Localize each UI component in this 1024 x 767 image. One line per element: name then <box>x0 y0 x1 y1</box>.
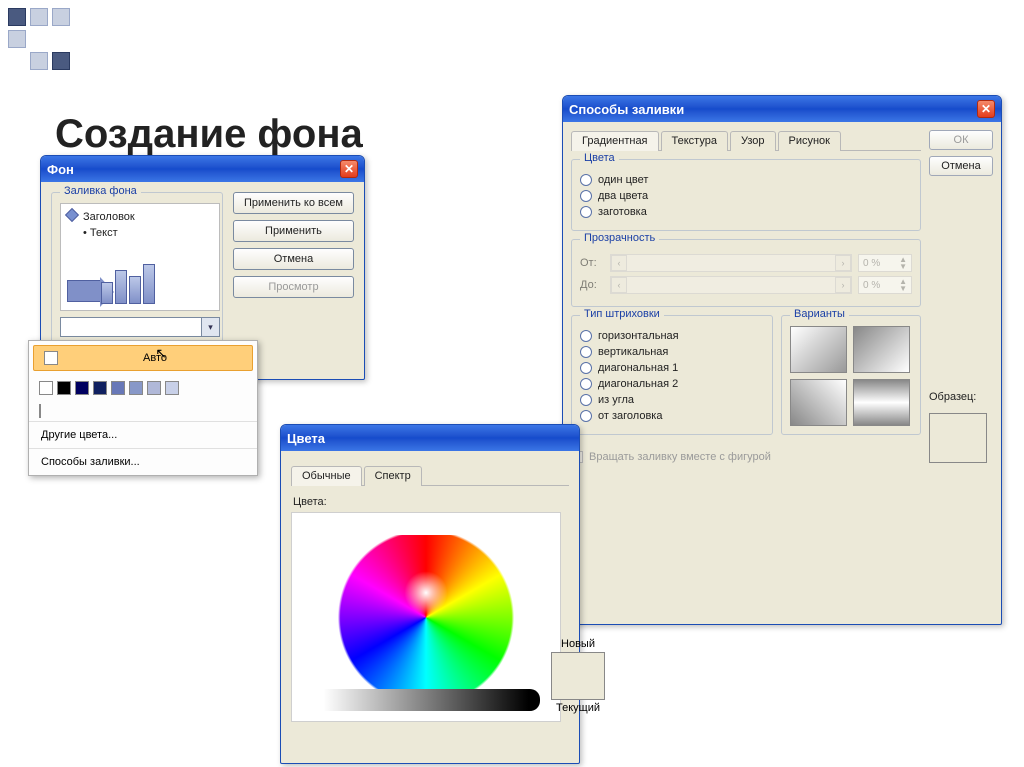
chevron-right-icon: › <box>835 277 851 293</box>
radio-from-title[interactable] <box>580 410 592 422</box>
fill-effects-titlebar[interactable]: Способы заливки ✕ <box>563 96 1001 122</box>
radio-diag1-label: диагональная 1 <box>598 362 678 374</box>
variant-tile[interactable] <box>853 379 910 426</box>
close-icon[interactable]: ✕ <box>340 160 358 178</box>
chevron-left-icon: ‹ <box>611 277 627 293</box>
preview-button: Просмотр <box>233 276 354 298</box>
color-swatch[interactable] <box>147 381 161 395</box>
color-swatch[interactable] <box>111 381 125 395</box>
tab-pattern[interactable]: Узор <box>730 131 776 151</box>
variants-group-legend: Варианты <box>790 308 849 320</box>
variant-tile[interactable] <box>853 326 910 373</box>
apply-button[interactable]: Применить <box>233 220 354 242</box>
tab-spectrum[interactable]: Спектр <box>364 466 422 486</box>
radio-corner-label: из угла <box>598 394 634 406</box>
background-fill-dropdown[interactable]: ▾ <box>60 317 220 337</box>
radio-one-color[interactable] <box>580 174 592 186</box>
new-current-panel: Новый Текущий <box>543 638 613 714</box>
variant-tile[interactable] <box>790 379 847 426</box>
sample-label: Образец: <box>929 391 993 403</box>
to-slider: ‹› <box>610 276 852 294</box>
new-color-box <box>551 652 605 700</box>
fill-effects-title: Способы заливки <box>569 102 684 117</box>
colors-label: Цвета: <box>293 496 569 508</box>
hatch-group-legend: Тип штриховки <box>580 308 664 320</box>
from-slider: ‹› <box>610 254 852 272</box>
radio-one-color-label: один цвет <box>598 174 648 186</box>
chevron-left-icon: ‹ <box>611 255 627 271</box>
variant-grid <box>790 326 910 426</box>
tab-standard[interactable]: Обычные <box>291 466 362 486</box>
radio-from-title-label: от заголовка <box>598 410 662 422</box>
sample-box <box>929 413 987 463</box>
slide-preview: Заголовок • Текст <box>60 203 220 311</box>
from-percent: 0 %▲▼ <box>858 254 912 272</box>
colors-dialog: Цвета Обычные Спектр Цвета: <box>280 424 580 764</box>
color-swatch[interactable] <box>75 381 89 395</box>
to-percent: 0 %▲▼ <box>858 276 912 294</box>
auto-label: Авто <box>68 352 242 364</box>
grayscale-strip[interactable] <box>312 689 540 711</box>
tab-picture[interactable]: Рисунок <box>778 131 842 151</box>
variant-tile[interactable] <box>790 326 847 373</box>
tab-texture[interactable]: Текстура <box>661 131 728 151</box>
chevron-right-icon: › <box>835 255 851 271</box>
preview-bullet: Текст <box>90 227 118 239</box>
auto-color-row[interactable]: Авто <box>33 345 253 371</box>
page-title: Создание фона <box>55 112 363 157</box>
ok-button: ОК <box>929 130 993 150</box>
palette-row <box>29 375 257 401</box>
radio-horizontal-label: горизонтальная <box>598 330 679 342</box>
radio-diag2[interactable] <box>580 378 592 390</box>
to-label: До: <box>580 279 604 291</box>
colors-title: Цвета <box>287 431 325 446</box>
preview-heading: Заголовок <box>83 211 135 223</box>
radio-horizontal[interactable] <box>580 330 592 342</box>
radio-vertical[interactable] <box>580 346 592 358</box>
radio-corner[interactable] <box>580 394 592 406</box>
radio-two-colors-label: два цвета <box>598 190 648 202</box>
chevron-down-icon[interactable]: ▾ <box>201 318 219 336</box>
color-swatch[interactable] <box>39 381 53 395</box>
color-swatch[interactable] <box>129 381 143 395</box>
radio-preset[interactable] <box>580 206 592 218</box>
background-title: Фон <box>47 162 74 177</box>
colors-group-legend: Цвета <box>580 152 619 164</box>
color-swatch[interactable] <box>93 381 107 395</box>
color-hexagon[interactable] <box>291 512 561 722</box>
color-swatch[interactable] <box>57 381 71 395</box>
cancel-button[interactable]: Отмена <box>233 248 354 270</box>
radio-two-colors[interactable] <box>580 190 592 202</box>
apply-all-button[interactable]: Применить ко всем <box>233 192 354 214</box>
radio-preset-label: заготовка <box>598 206 647 218</box>
close-icon[interactable]: ✕ <box>977 100 995 118</box>
fill-effects-item[interactable]: Способы заливки... <box>29 448 257 475</box>
more-colors-item[interactable]: Другие цвета... <box>29 421 257 448</box>
radio-diag2-label: диагональная 2 <box>598 378 678 390</box>
slide-decoration <box>6 6 72 72</box>
color-swatch[interactable] <box>165 381 179 395</box>
auto-swatch-icon <box>44 351 58 365</box>
new-label: Новый <box>543 638 613 650</box>
transparency-group-legend: Прозрачность <box>580 232 659 244</box>
background-titlebar[interactable]: Фон ✕ <box>41 156 364 182</box>
current-label: Текущий <box>543 702 613 714</box>
color-picker-flyout: Авто ↖ Другие цвета... Способы заливки..… <box>28 340 258 476</box>
fill-effects-dialog: Способы заливки ✕ Градиентная Текстура У… <box>562 95 1002 625</box>
rotate-label: Вращать заливку вместе с фигурой <box>589 451 771 463</box>
colors-titlebar[interactable]: Цвета <box>281 425 579 451</box>
recent-color-swatch[interactable] <box>39 404 41 418</box>
tab-gradient[interactable]: Градиентная <box>571 131 659 151</box>
radio-vertical-label: вертикальная <box>598 346 668 358</box>
from-label: От: <box>580 257 604 269</box>
fill-group-legend: Заливка фона <box>60 185 141 197</box>
cancel-button-fill[interactable]: Отмена <box>929 156 993 176</box>
radio-diag1[interactable] <box>580 362 592 374</box>
